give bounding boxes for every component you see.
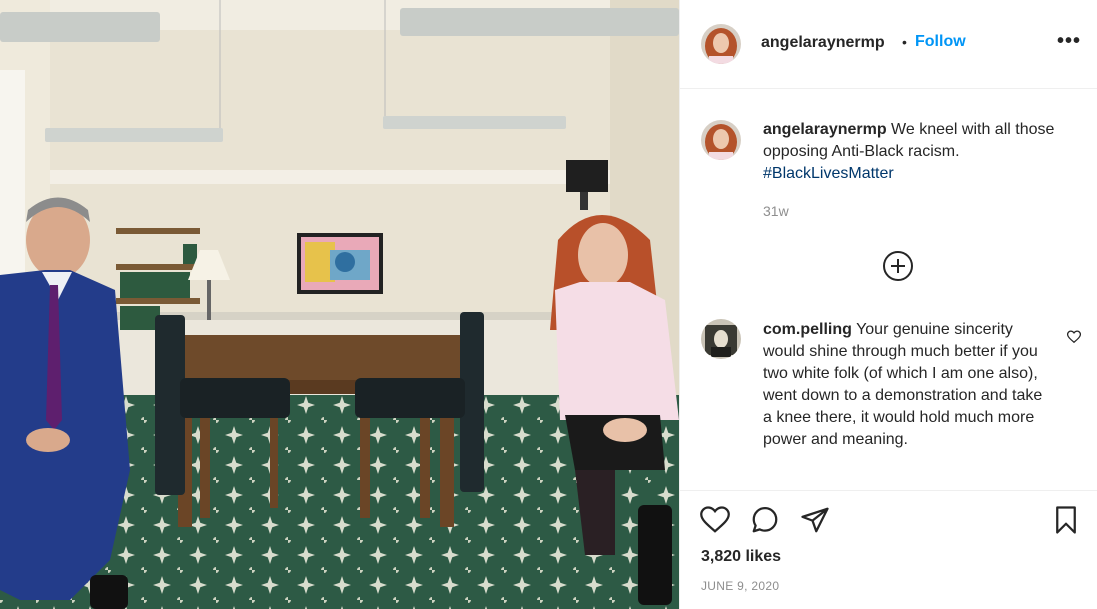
bookmark-icon[interactable] <box>1051 505 1081 535</box>
share-icon[interactable] <box>800 505 830 535</box>
post-panel: angelaraynermp • Follow ••• angelarayner… <box>679 0 1097 609</box>
heart-icon[interactable] <box>1066 330 1082 349</box>
comment-text: Your genuine sincerity would shine throu… <box>763 321 1043 448</box>
post-caption: angelaraynermp We kneel with all those o… <box>763 119 1088 185</box>
plus-circle-icon[interactable] <box>883 251 913 281</box>
likes-count[interactable]: 3,820 likes <box>701 548 781 566</box>
post-photo[interactable] <box>0 0 679 609</box>
post-time-ago[interactable]: 31w <box>763 203 789 219</box>
post-photo-image <box>0 0 679 609</box>
comment-icon[interactable] <box>750 505 780 535</box>
post-date: JUNE 9, 2020 <box>701 579 780 593</box>
commenter-avatar[interactable] <box>701 319 741 359</box>
more-options-icon[interactable]: ••• <box>1057 30 1081 53</box>
follow-separator: • <box>902 34 907 50</box>
post-actions: 3,820 likes JUNE 9, 2020 <box>680 490 1097 609</box>
caption-username[interactable]: angelaraynermp <box>763 121 887 138</box>
caption-author-avatar[interactable] <box>701 120 741 160</box>
heart-icon[interactable] <box>700 505 730 535</box>
caption-hashtag[interactable]: #BlackLivesMatter <box>763 165 894 182</box>
post-header: angelaraynermp • Follow ••• <box>680 0 1097 89</box>
follow-button[interactable]: Follow <box>915 33 966 51</box>
comment: com.pelling Your genuine sincerity would… <box>763 319 1053 451</box>
author-avatar[interactable] <box>701 24 741 64</box>
comment-username[interactable]: com.pelling <box>763 321 852 338</box>
author-username[interactable]: angelaraynermp <box>761 34 885 52</box>
